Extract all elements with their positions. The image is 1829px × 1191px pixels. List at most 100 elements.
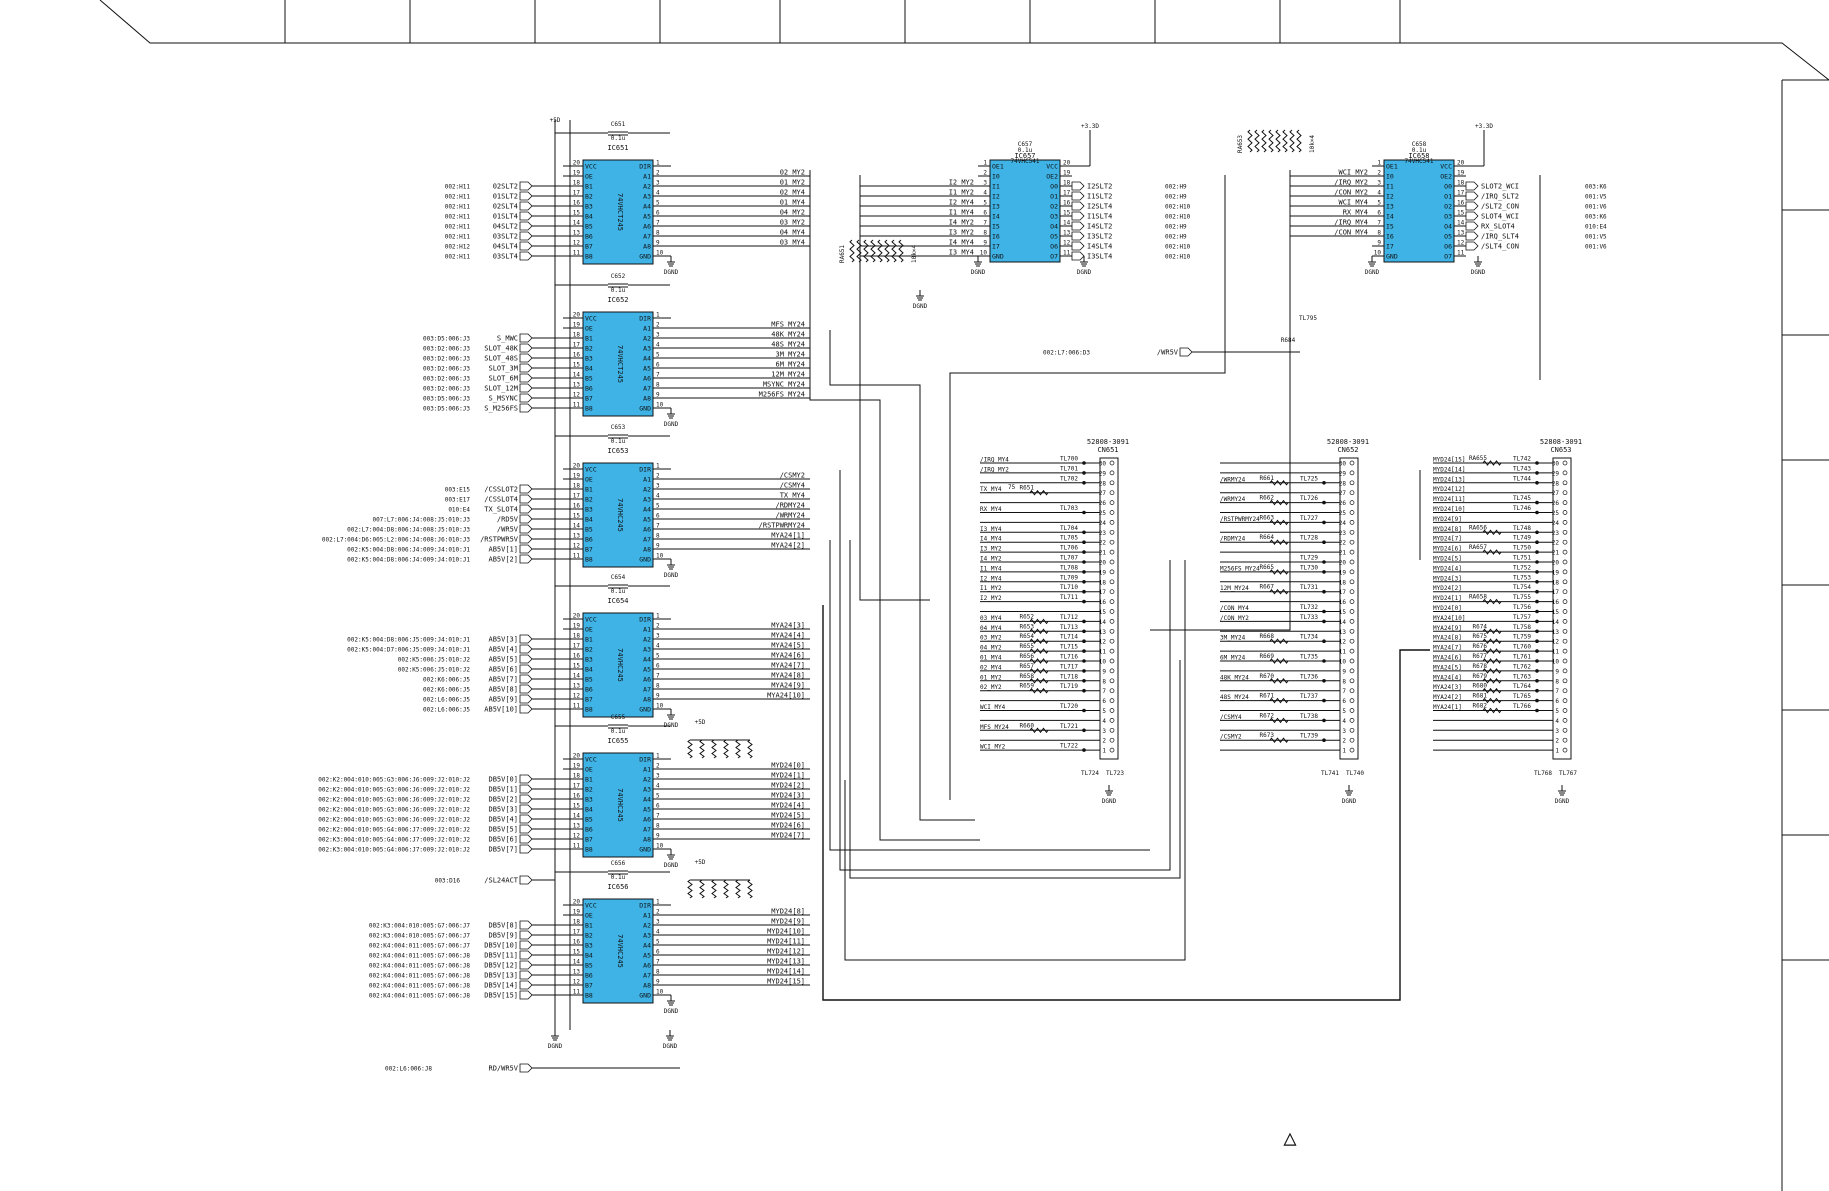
connector-pin-number: 11 (1339, 649, 1347, 656)
connector-pin-number: 22 (1339, 540, 1347, 547)
pin-number: 12 (573, 833, 581, 840)
connector-pin-icon (1562, 500, 1568, 505)
signal-flag-icon (519, 403, 533, 413)
pin-number: 9 (656, 392, 660, 399)
cross-reference: 002:K4:004:011:005:G7:006:J8 (369, 963, 471, 970)
connector-pin-number: 29 (1099, 470, 1107, 477)
connector-pin-icon (1349, 678, 1355, 684)
cross-reference: 002:K4:004:011:005:G7:006:J8 (369, 953, 471, 960)
ic-ref: IC655 (607, 737, 628, 745)
signal-flag-icon (1465, 241, 1479, 251)
connector-pin-icon (1562, 579, 1568, 585)
signal-flag-icon (519, 875, 533, 885)
cross-reference: 001:V6 (1585, 244, 1607, 251)
connector-signal: MYD24[10] (1433, 506, 1466, 513)
capacitor-value: 0.1u (611, 287, 626, 294)
signal-flag-icon (519, 494, 533, 504)
pin-name: A4 (643, 796, 651, 804)
pin-number: 14 (1063, 220, 1071, 227)
connector-pin-icon (1349, 490, 1355, 496)
signal-flag-icon (519, 990, 533, 1000)
connector-signal: MYD24[1] (1433, 595, 1462, 602)
input-signal: I1_MY4 (949, 209, 974, 217)
connector-pin-icon (1109, 668, 1115, 674)
connector-pin-number: 4 (1555, 718, 1559, 725)
pin-number: 14 (573, 220, 581, 227)
connector-pin-number: 23 (1099, 530, 1107, 537)
output-signal: MYA24[4] (771, 632, 805, 640)
pin-number: 20 (573, 463, 581, 470)
connector-signal: I4_MY4 (980, 536, 1002, 543)
test-point: TL758 (1513, 624, 1531, 631)
cross-reference: 007:L7:006:J4:008:J5:010:J3 (372, 517, 470, 524)
pin-number: 17 (573, 493, 581, 500)
output-signal: 04_MY4 (780, 229, 805, 237)
junction-dot (1535, 510, 1539, 515)
output-signal: MYD24[9] (771, 918, 805, 926)
cross-reference: 002:H12 (445, 244, 471, 251)
input-signal: DB5V[14] (484, 982, 518, 990)
signal-flag-icon (519, 654, 533, 664)
test-point: TL724 (1081, 770, 1099, 777)
pin-number: 3 (1377, 180, 1381, 187)
output-signal: TX_MY4 (780, 492, 805, 500)
cross-reference: 001:V5 (1585, 234, 1607, 241)
pin-number: 1 (1377, 160, 1381, 167)
pin-number: 20 (1457, 160, 1465, 167)
pin-name: O3 (1050, 213, 1058, 221)
test-point: TL720 (1060, 703, 1078, 710)
connector-signal: MYA24[1] (1433, 704, 1462, 711)
connector-pin-number: 25 (1339, 510, 1347, 517)
connector-pin-number: 28 (1339, 480, 1347, 487)
connector-pin-icon (1109, 628, 1115, 634)
pin-name: B6 (585, 233, 593, 241)
cross-reference: 002:K5:004:D8:006:J4:009:J4:010:J1 (347, 547, 470, 554)
pin-name: B8 (585, 706, 593, 714)
connector-pin-number: 7 (1102, 688, 1106, 695)
cross-reference: 003:E17 (445, 497, 471, 504)
signal-flag-icon (1465, 221, 1479, 231)
junction-dot (1082, 570, 1086, 574)
connector-pin-icon (1349, 460, 1355, 466)
junction-dot (1082, 629, 1086, 634)
pin-name: OE2 (1046, 173, 1058, 181)
cross-reference: 002:K4:004:011:005:G7:006:J8 (369, 983, 471, 990)
connector-signal: MYD24[0] (1433, 605, 1462, 612)
pin-number: 9 (656, 543, 660, 550)
input-signal: WCI_MY4 (1338, 199, 1368, 207)
input-signal: DB5V[2] (488, 796, 518, 804)
p5v-label: +5D (695, 859, 706, 866)
output-signal: I3SLT4 (1087, 253, 1112, 261)
connector-signal: /WRMY24 (1220, 496, 1246, 503)
input-signal: DB5V[8] (488, 922, 518, 930)
pin-number: 1 (983, 160, 987, 167)
connector-pin-icon (1349, 638, 1355, 644)
junction-dot (1082, 540, 1086, 544)
pin-number: 3 (656, 773, 660, 780)
pin-number: 5 (656, 939, 660, 946)
test-point: TL719 (1060, 683, 1078, 690)
pin-number: 14 (573, 813, 581, 820)
resistor-ref: R653 (1020, 623, 1035, 630)
pin-number: 19 (573, 763, 581, 770)
cross-reference: 002:H10 (1165, 244, 1191, 251)
resistor-icon (723, 739, 729, 759)
input-signal: DB5V[13] (484, 972, 518, 980)
signal-flag-icon (519, 484, 533, 494)
pin-number: 10 (656, 843, 664, 850)
junction-dot (1082, 510, 1086, 515)
test-point: TL766 (1513, 703, 1531, 710)
pin-name: A2 (643, 486, 651, 494)
pin-name: B2 (585, 932, 593, 940)
pin-name: A6 (643, 816, 651, 824)
output-signal: MYD24[8] (771, 908, 805, 916)
pin-number: 16 (573, 352, 581, 359)
pin-number: 2 (656, 909, 660, 916)
pin-number: 16 (573, 939, 581, 946)
connector-pin-icon (1562, 727, 1568, 733)
connector-signal: MFS_MY24 (980, 724, 1009, 731)
p33v-label: +3.3D (1081, 123, 1099, 130)
test-point: TL716 (1060, 654, 1078, 661)
pin-number: 15 (1063, 210, 1071, 217)
test-point: TL736 (1300, 673, 1318, 680)
